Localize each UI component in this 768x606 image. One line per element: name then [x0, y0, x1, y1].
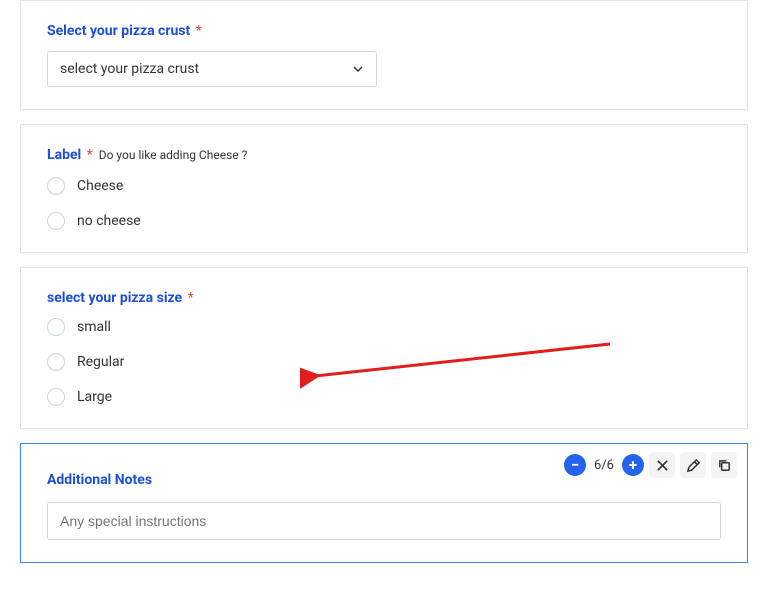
- field-toolbar: − 6/6 +: [564, 452, 737, 478]
- radio-circle-icon: [47, 212, 65, 230]
- section-notes: − 6/6 + Additional Notes: [20, 443, 748, 563]
- notes-label-text: Additional Notes: [47, 472, 152, 488]
- radio-label: Regular: [77, 354, 124, 370]
- cheese-helper: Do you like adding Cheese ?: [99, 148, 248, 162]
- crust-select-value: select your pizza crust: [60, 61, 199, 77]
- close-button[interactable]: [649, 452, 675, 478]
- crust-select-wrap: select your pizza crust: [47, 51, 377, 87]
- required-mark: *: [87, 147, 93, 163]
- radio-large[interactable]: Large: [47, 388, 721, 406]
- radio-circle-icon: [47, 353, 65, 371]
- chevron-down-icon: [352, 63, 364, 75]
- cheese-label: Label *: [47, 147, 93, 163]
- crust-select[interactable]: select your pizza crust: [47, 51, 377, 87]
- minus-button[interactable]: −: [564, 454, 586, 476]
- required-mark: *: [196, 23, 202, 39]
- radio-label: Large: [77, 389, 112, 405]
- crust-label-text: Select your pizza crust: [47, 23, 190, 39]
- close-icon: [655, 458, 670, 473]
- section-size: select your pizza size * small Regular L…: [20, 267, 748, 429]
- radio-cheese[interactable]: Cheese: [47, 177, 721, 195]
- cheese-radio-list: Cheese no cheese: [47, 177, 721, 230]
- plus-icon: +: [629, 456, 637, 474]
- radio-label: Cheese: [77, 178, 123, 194]
- radio-circle-icon: [47, 177, 65, 195]
- radio-circle-icon: [47, 318, 65, 336]
- size-label-text: select your pizza size: [47, 290, 182, 306]
- required-mark: *: [188, 290, 194, 306]
- radio-label: no cheese: [77, 213, 141, 229]
- field-counter: 6/6: [591, 458, 617, 473]
- radio-circle-icon: [47, 388, 65, 406]
- section-cheese: Label * Do you like adding Cheese ? Chee…: [20, 124, 748, 253]
- crust-label: Select your pizza crust *: [47, 23, 721, 39]
- cheese-label-text: Label: [47, 147, 81, 163]
- radio-no-cheese[interactable]: no cheese: [47, 212, 721, 230]
- notes-input[interactable]: [47, 502, 721, 540]
- radio-regular[interactable]: Regular: [47, 353, 721, 371]
- section-crust: Select your pizza crust * select your pi…: [20, 0, 748, 110]
- cheese-label-row: Label * Do you like adding Cheese ?: [47, 147, 721, 163]
- radio-label: small: [77, 319, 111, 335]
- minus-icon: −: [571, 456, 579, 474]
- size-label: select your pizza size *: [47, 290, 721, 306]
- copy-icon: [717, 458, 732, 473]
- radio-small[interactable]: small: [47, 318, 721, 336]
- edit-button[interactable]: [680, 452, 706, 478]
- duplicate-button[interactable]: [711, 452, 737, 478]
- plus-button[interactable]: +: [622, 454, 644, 476]
- size-radio-list: small Regular Large: [47, 318, 721, 406]
- edit-icon: [686, 458, 701, 473]
